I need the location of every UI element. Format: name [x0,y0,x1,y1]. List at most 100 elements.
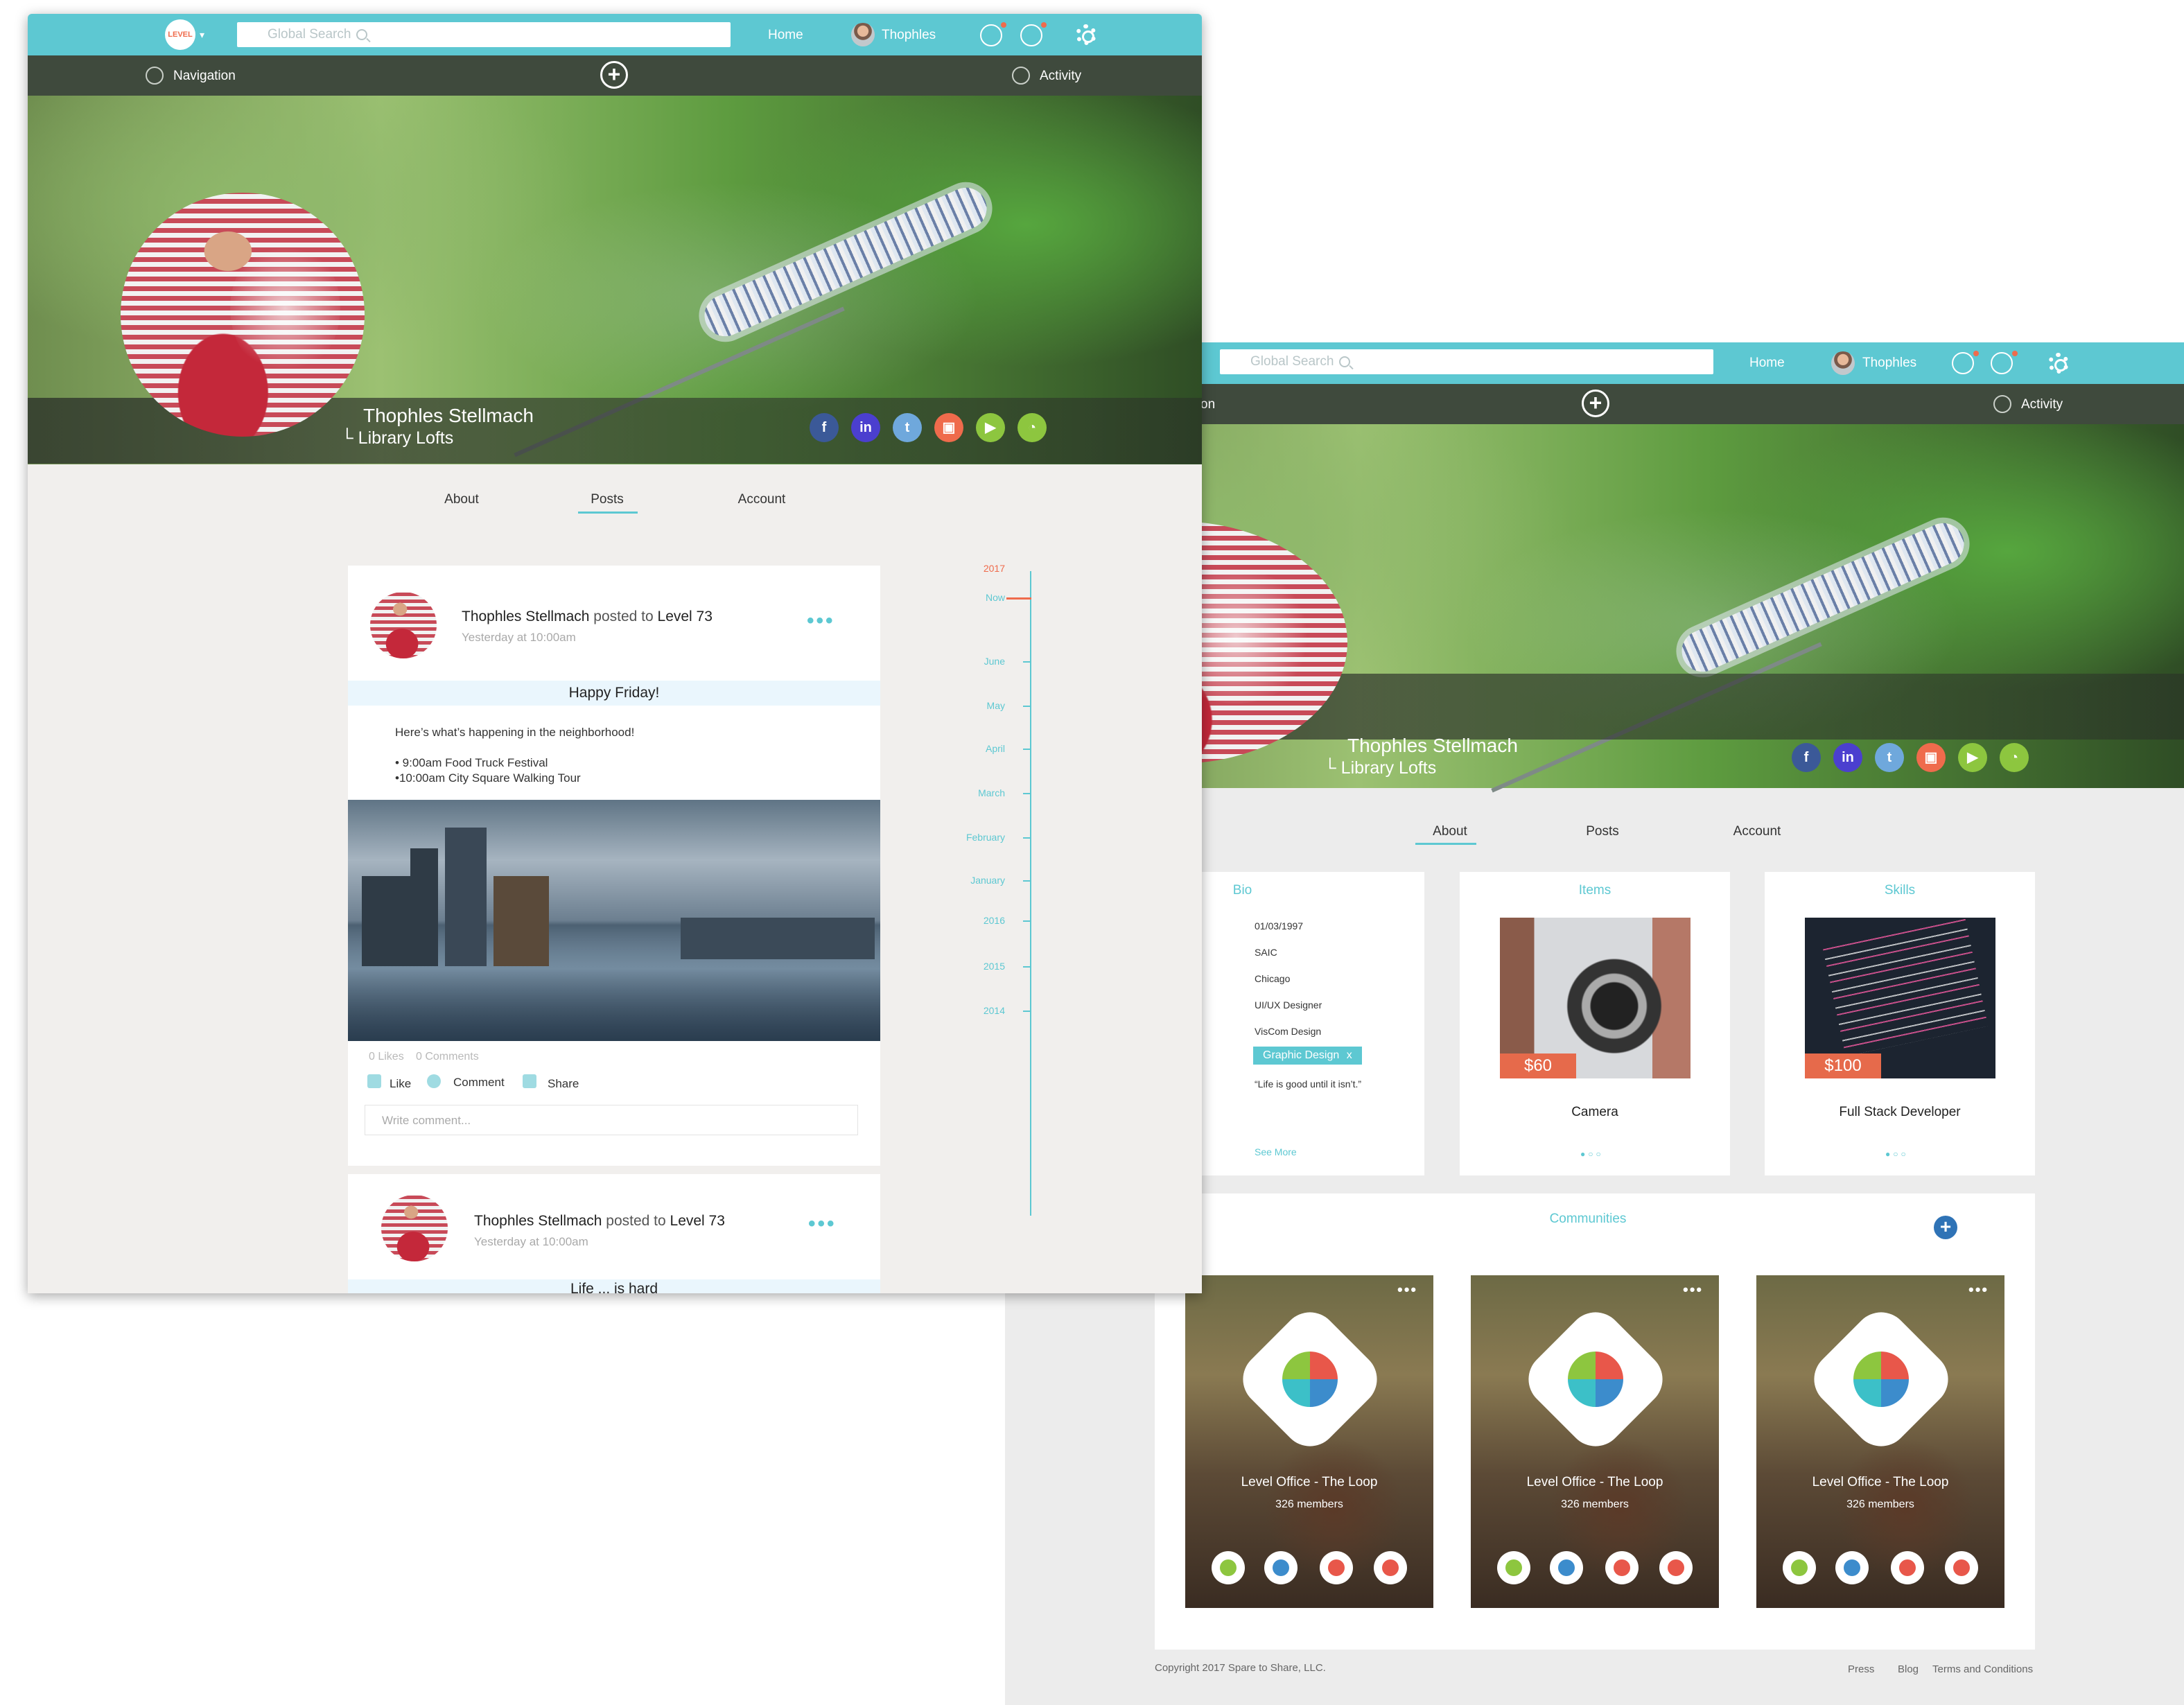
instagram-icon[interactable]: ▣ [1916,743,1946,772]
messages-icon[interactable] [980,24,1002,46]
chevron-down-icon[interactable]: ▾ [200,29,204,41]
add-community-button[interactable]: + [1934,1216,1957,1239]
chip-close-icon[interactable]: x [1347,1049,1352,1061]
bell-icon[interactable] [1945,1551,1978,1584]
box-icon[interactable] [1605,1551,1639,1584]
add-button[interactable]: + [600,61,628,89]
add-button[interactable]: + [1582,390,1609,417]
author-name[interactable]: Thophles Stellmach [462,609,589,624]
tab-about[interactable]: About [427,492,496,507]
author-avatar[interactable] [381,1195,448,1261]
avatar[interactable] [851,23,875,46]
footer-link-press[interactable]: Press [1848,1663,1874,1675]
post-image[interactable] [348,800,880,1041]
instagram-icon[interactable]: ▣ [934,413,963,442]
carousel-dots[interactable]: ●○○ [1885,1149,1909,1159]
home-link[interactable]: Home [1749,355,1785,371]
footer-link-blog[interactable]: Blog [1898,1663,1919,1675]
skill-chip[interactable]: Graphic Design x [1253,1047,1362,1065]
navigation-label[interactable]: on [1200,396,1215,413]
globe-icon[interactable]: ◔ [1017,413,1047,442]
gear-icon[interactable] [1076,24,1097,45]
shield-icon[interactable] [1783,1551,1816,1584]
timeline-label[interactable]: February [950,832,1005,843]
activity-link[interactable]: Activity [2021,396,2063,413]
comment-icon[interactable] [427,1074,441,1088]
timeline-label[interactable]: 2015 [950,961,1005,972]
bell-icon[interactable] [1374,1551,1407,1584]
tab-account[interactable]: Account [724,492,800,507]
linkedin-icon[interactable]: in [851,413,880,442]
group-link[interactable]: Level 73 [670,1213,725,1229]
user-link[interactable]: Thophles [1862,355,1916,371]
timeline-label[interactable]: May [950,700,1005,711]
activity-link[interactable]: Activity [1040,68,1081,85]
twitter-icon[interactable]: t [893,413,922,442]
timeline-label[interactable]: 2014 [950,1005,1005,1016]
more-icon[interactable]: ••• [808,1214,837,1234]
author-name[interactable]: Thophles Stellmach [474,1213,602,1229]
like-button[interactable]: Like [390,1077,411,1091]
share-icon[interactable] [523,1074,536,1088]
user-link[interactable]: Thophles [882,27,936,44]
twitter-icon[interactable]: t [1875,743,1904,772]
tab-about[interactable]: About [1415,824,1485,839]
footer-link-terms[interactable]: Terms and Conditions [1932,1663,2033,1675]
timeline-year[interactable]: 2017 [950,563,1005,574]
author-avatar[interactable] [370,592,437,658]
shield-icon[interactable] [1212,1551,1245,1584]
avatar[interactable] [1831,351,1855,375]
timeline-label[interactable]: June [950,656,1005,667]
camera-image[interactable]: $60 [1500,918,1691,1078]
shield-icon[interactable] [1497,1551,1530,1584]
search-input[interactable]: Global Search [237,22,731,47]
more-icon[interactable]: ••• [807,611,835,631]
timeline-label[interactable]: March [950,787,1005,798]
group-link[interactable]: Level 73 [658,609,713,624]
people-icon[interactable] [1264,1551,1298,1584]
likes-count[interactable]: 0 Likes [369,1051,404,1063]
timeline-label[interactable]: 2016 [950,915,1005,926]
send-icon[interactable] [1020,24,1042,46]
comments-count[interactable]: 0 Comments [416,1051,479,1063]
more-icon[interactable]: ••• [1397,1281,1417,1299]
send-icon[interactable] [1991,352,2013,374]
community-card[interactable]: ••• Level Office - The Loop 326 members [1756,1275,2004,1608]
linkedin-icon[interactable]: in [1833,743,1862,772]
more-icon[interactable]: ••• [1968,1281,1989,1299]
messages-icon[interactable] [1952,352,1974,374]
timeline-now[interactable]: Now [950,592,1005,603]
share-button[interactable]: Share [548,1077,579,1091]
comment-input[interactable]: Write comment... [365,1105,858,1135]
facebook-icon[interactable]: f [810,413,839,442]
people-icon[interactable] [1835,1551,1869,1584]
carousel-dots[interactable]: ●○○ [1580,1149,1604,1159]
more-icon[interactable]: ••• [1683,1281,1703,1299]
globe-icon[interactable]: ◔ [2000,743,2029,772]
navigation-link[interactable]: Navigation [173,68,236,85]
comment-button[interactable]: Comment [453,1076,505,1090]
gear-icon[interactable] [2048,353,2069,374]
play-icon[interactable]: ▶ [1958,743,1987,772]
play-icon[interactable]: ▶ [976,413,1005,442]
timeline-label[interactable]: January [950,875,1005,886]
community-card[interactable]: ••• Level Office - The Loop 326 members [1185,1275,1433,1608]
tab-posts[interactable]: Posts [1568,824,1637,839]
bell-icon[interactable] [1659,1551,1693,1584]
home-link[interactable]: Home [768,27,803,44]
tab-posts[interactable]: Posts [573,492,642,507]
code-image[interactable]: $100 [1805,918,1995,1078]
timeline-label[interactable]: April [950,743,1005,754]
logo[interactable]: LEVEL [165,19,195,50]
see-more-link[interactable]: See More [1255,1146,1297,1157]
like-icon[interactable] [367,1074,381,1088]
community-card[interactable]: ••• Level Office - The Loop 326 members [1471,1275,1719,1608]
timeline-tick [1023,793,1030,794]
tab-account[interactable]: Account [1719,824,1795,839]
search-input[interactable]: Global Search [1220,349,1713,374]
facebook-icon[interactable]: f [1792,743,1821,772]
price-badge: $100 [1805,1053,1881,1078]
box-icon[interactable] [1891,1551,1924,1584]
people-icon[interactable] [1550,1551,1583,1584]
box-icon[interactable] [1320,1551,1353,1584]
